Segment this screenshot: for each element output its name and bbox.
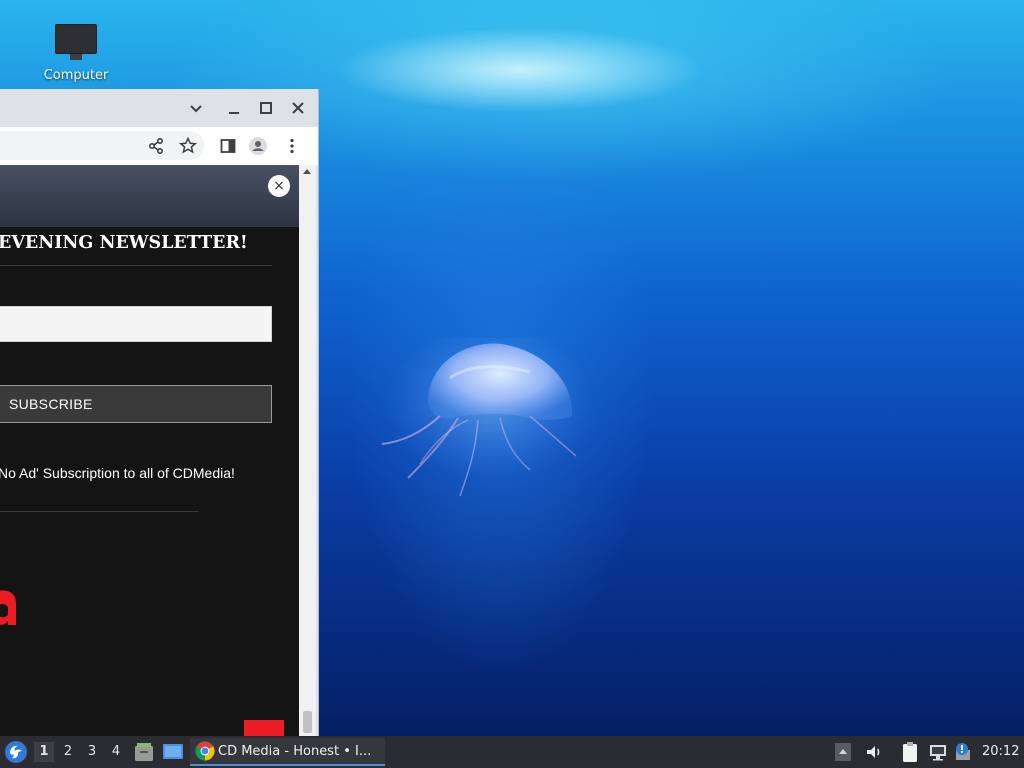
taskbar-task-browser[interactable]: CD Media - Honest • I...	[190, 738, 385, 766]
close-window-icon[interactable]	[288, 98, 308, 118]
chrome-icon	[195, 741, 215, 761]
minimize-icon[interactable]	[224, 98, 244, 118]
cdmedia-logo-fragment	[0, 590, 16, 625]
subscribe-button[interactable]: SUBSCRIBE	[0, 385, 272, 423]
browser-window[interactable]: × EVENING NEWSLETTER! SUBSCRIBE No Ad' S…	[0, 89, 319, 736]
desktop-show-icon[interactable]	[162, 742, 184, 762]
red-banner-element	[244, 720, 284, 736]
task-label: CD Media - Honest • I...	[218, 744, 372, 759]
scrollbar-thumb[interactable]	[303, 711, 312, 733]
file-manager-icon[interactable]	[134, 741, 154, 763]
desktop-icon-label: Computer	[43, 68, 109, 83]
close-modal-button[interactable]: ×	[268, 175, 290, 197]
clock[interactable]: 20:12	[982, 744, 1019, 759]
workspace-1[interactable]: 1	[34, 742, 54, 762]
email-field[interactable]	[0, 306, 272, 342]
volume-icon[interactable]	[864, 742, 884, 762]
address-bar[interactable]	[0, 131, 204, 160]
network-icon[interactable]	[928, 742, 948, 762]
tab-search-chevron-icon[interactable]	[186, 98, 206, 118]
bookmark-star-icon[interactable]	[178, 136, 198, 156]
workspace-4[interactable]: 4	[106, 742, 126, 762]
scroll-up-arrow-icon[interactable]	[303, 169, 311, 174]
jellyfish-image	[381, 338, 590, 497]
clipboard-icon[interactable]	[900, 741, 920, 763]
page-content: × EVENING NEWSLETTER! SUBSCRIBE No Ad' S…	[0, 165, 299, 736]
promo-text: No Ad' Subscription to all of CDMedia!	[0, 465, 235, 481]
tray-up-arrow-icon[interactable]	[834, 742, 852, 762]
workspace-2[interactable]: 2	[58, 742, 78, 762]
start-menu-icon[interactable]	[4, 740, 28, 764]
taskbar: 1 2 3 4 CD Media - Honest • I... 20:12	[0, 736, 1024, 768]
desktop-icon-computer[interactable]: Computer	[38, 22, 114, 88]
page-scrollbar[interactable]	[299, 165, 316, 736]
update-notification-icon[interactable]	[954, 742, 974, 762]
maximize-icon[interactable]	[256, 98, 276, 118]
workspace-3[interactable]: 3	[82, 742, 102, 762]
browser-titlebar[interactable]	[0, 89, 318, 127]
divider	[0, 511, 198, 512]
browser-toolbar	[0, 127, 318, 165]
side-panel-icon[interactable]	[218, 136, 238, 156]
profile-icon[interactable]	[248, 136, 268, 156]
share-icon[interactable]	[146, 136, 166, 156]
divider	[0, 265, 272, 266]
menu-icon[interactable]	[282, 136, 302, 156]
newsletter-modal-header	[0, 165, 299, 227]
computer-icon	[55, 24, 97, 60]
newsletter-heading: EVENING NEWSLETTER!	[0, 233, 248, 253]
